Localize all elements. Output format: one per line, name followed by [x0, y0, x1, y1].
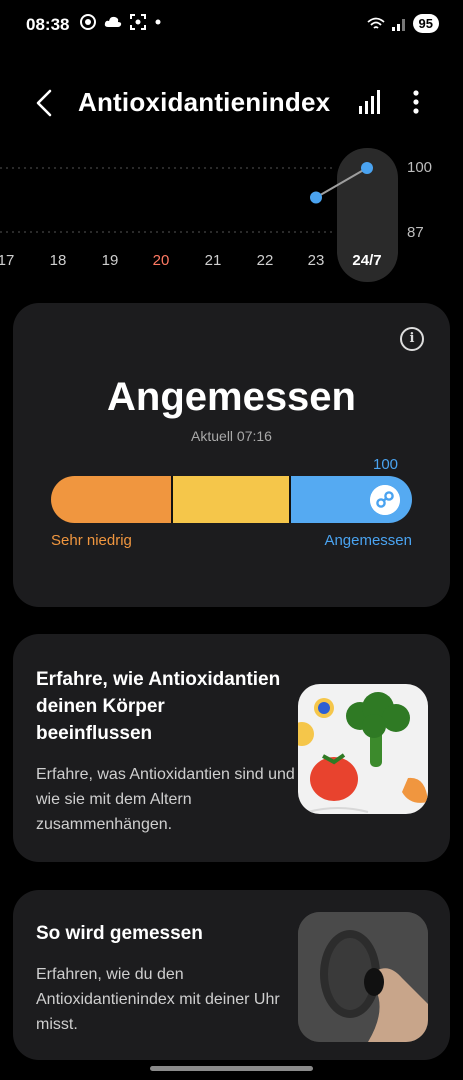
status-card: i Angemessen Aktuell 07:16 100 Sehr nied…: [13, 303, 450, 607]
x-tick-label[interactable]: 23: [296, 252, 336, 269]
bar-max-value: 100: [373, 456, 399, 473]
wifi-icon: [366, 17, 385, 29]
y-tick-max: 100: [407, 159, 433, 176]
measure-card-title: So wird gemessen: [36, 923, 203, 944]
data-point[interactable]: [310, 191, 322, 204]
level-segment-mid: [171, 476, 291, 523]
x-tick-label[interactable]: 18: [38, 252, 78, 269]
system-icons: 95: [366, 14, 439, 33]
measure-card-body: Erfahren, wie du den Antioxidantienindex…: [36, 966, 280, 1033]
x-tick-label[interactable]: 20: [141, 252, 181, 269]
label-high: Angemessen: [324, 532, 412, 549]
vegetables-illustration-icon: [298, 684, 428, 814]
history-chart[interactable]: 100 87 17 18 19 20 21 22 23 24/7: [0, 140, 463, 285]
signal-icon: [391, 18, 405, 31]
learn-card-body: Erfahre, was Antioxidantien sind und wie…: [36, 766, 295, 833]
measure-card[interactable]: So wird gemessen Erfahren, wie du den An…: [13, 890, 450, 1060]
page-title: Antioxidantienindex: [78, 87, 331, 117]
watch-measurement-illustration-icon: [298, 912, 428, 1042]
status-time: 08:38: [26, 15, 70, 34]
chrome-icon: [80, 14, 96, 30]
x-tick-label[interactable]: 24/7: [347, 252, 387, 269]
cloud-icon: [104, 16, 122, 27]
home-indicator[interactable]: [150, 1066, 313, 1071]
battery-indicator: 95: [412, 14, 439, 33]
x-tick-label[interactable]: 19: [90, 252, 130, 269]
info-icon[interactable]: i: [400, 327, 424, 351]
y-tick-min: 87: [407, 224, 424, 241]
data-point[interactable]: [361, 162, 373, 174]
learn-card[interactable]: Erfahre, wie Antioxidantien deinen Körpe…: [13, 634, 450, 862]
label-low: Sehr niedrig: [51, 532, 132, 549]
x-tick-label[interactable]: 22: [245, 252, 285, 269]
status-title: Angemessen: [107, 375, 356, 419]
more-options-icon[interactable]: [406, 88, 426, 116]
screenshot-icon: [130, 14, 146, 30]
bar-chart-icon[interactable]: [356, 88, 384, 116]
series-line: [315, 167, 368, 199]
level-bar: [51, 476, 412, 523]
learn-card-title: Erfahre, wie Antioxidantien deinen Körpe…: [36, 669, 281, 744]
x-tick-label[interactable]: 21: [193, 252, 233, 269]
status-timestamp: Aktuell 07:16: [191, 428, 272, 444]
status-bar: 08:38 95: [0, 0, 463, 52]
level-indicator-icon: [370, 485, 400, 515]
x-tick-label[interactable]: 17: [0, 252, 26, 269]
notification-icons: [80, 14, 162, 30]
app-header: Antioxidantienindex: [0, 80, 463, 126]
level-segment-low: [51, 476, 171, 523]
back-icon[interactable]: [30, 86, 60, 120]
dot-icon: [155, 19, 161, 25]
